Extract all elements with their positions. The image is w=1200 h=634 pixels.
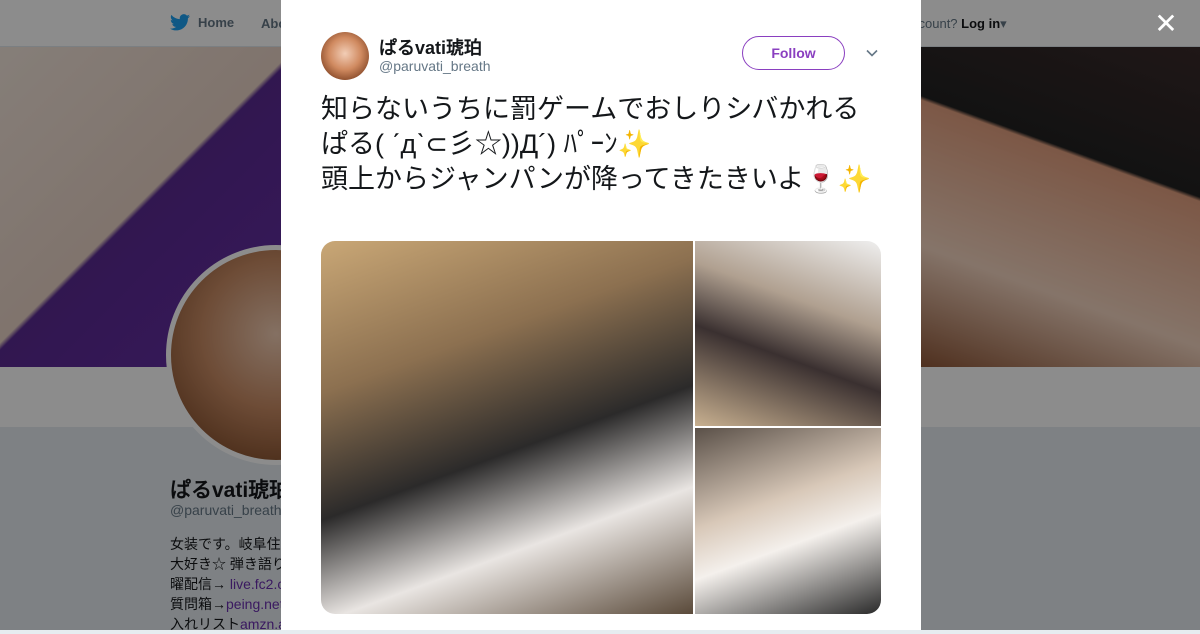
tweet-media-grid — [321, 241, 881, 614]
tweet-photo[interactable] — [695, 428, 881, 614]
close-icon[interactable]: ✕ — [1154, 10, 1178, 38]
tweet-text: 知らないうちに罰ゲームでおしりシバかれるぱる( ˊдˋ⊂彡☆))Д´) ﾊﾟｰﾝ… — [321, 94, 872, 194]
author-handle[interactable]: @paruvati_breath — [379, 58, 491, 74]
tweet-photo[interactable] — [695, 241, 881, 426]
tweet-modal: ぱるvati琥珀 @paruvati_breath Follow 知らないうちに… — [281, 0, 921, 630]
chevron-down-icon[interactable] — [865, 46, 879, 60]
follow-button[interactable]: Follow — [742, 36, 845, 70]
author-name[interactable]: ぱるvati琥珀 — [379, 34, 482, 60]
author-avatar[interactable] — [321, 32, 369, 80]
tweet-photo[interactable] — [321, 241, 693, 614]
